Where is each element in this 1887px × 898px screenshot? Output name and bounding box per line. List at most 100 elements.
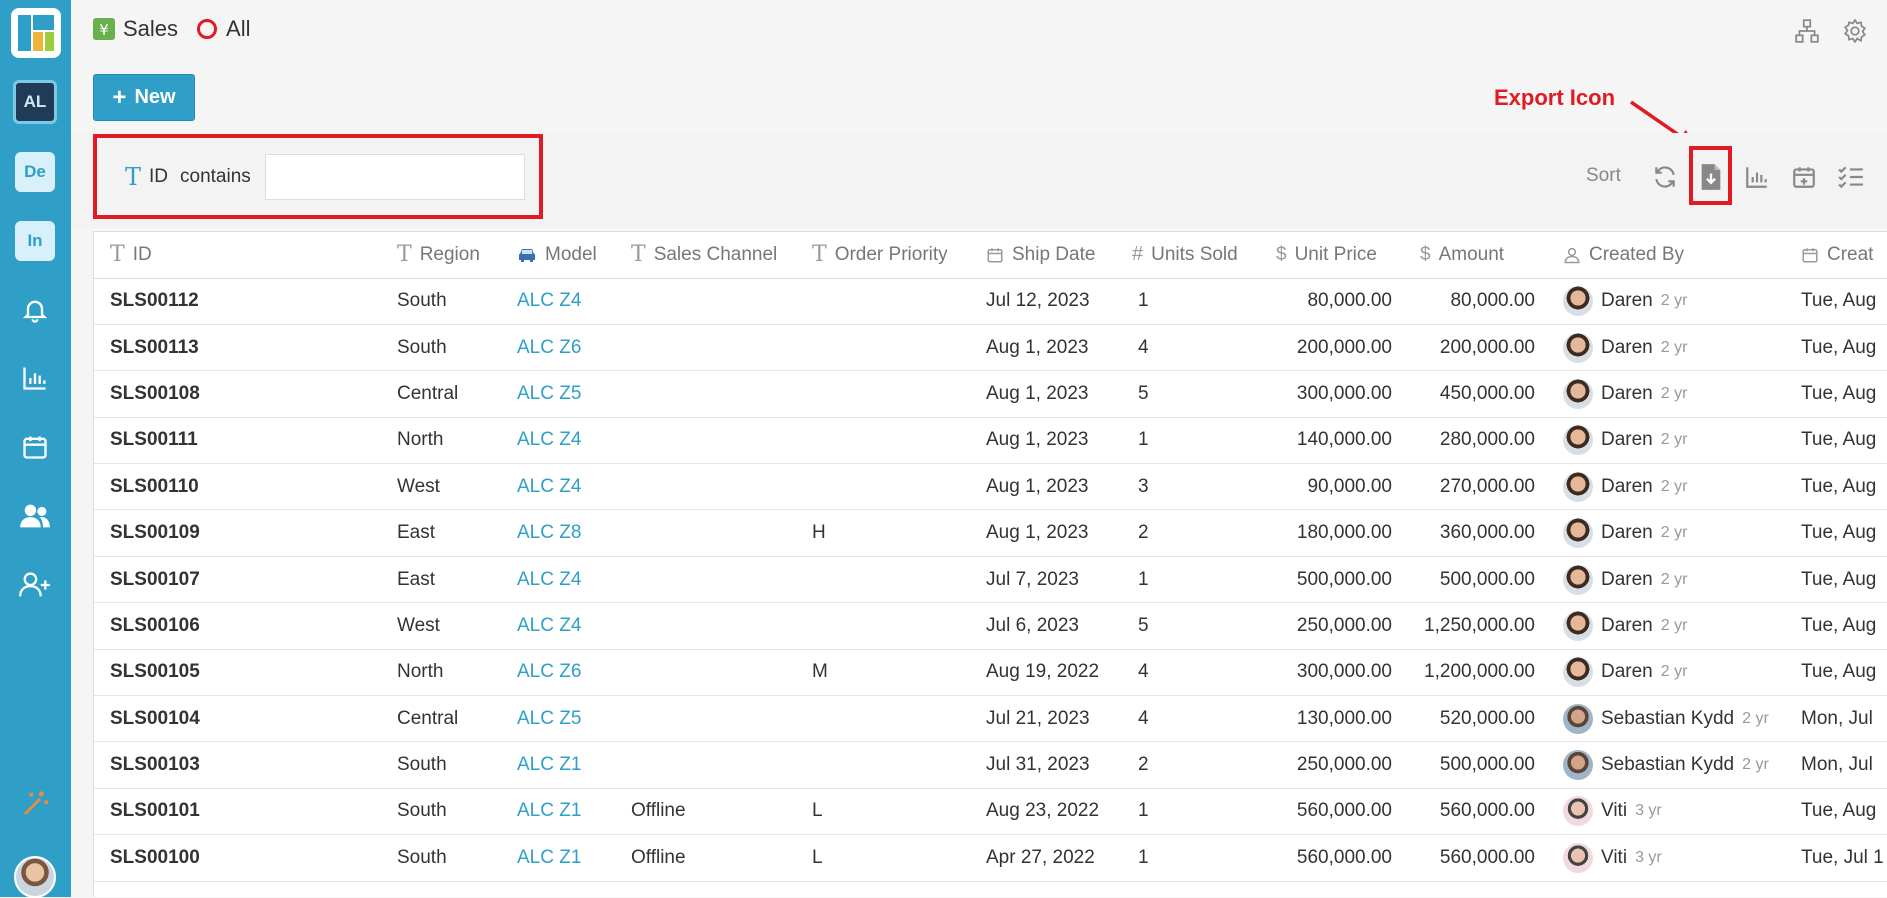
cell-region[interactable]: North: [391, 649, 511, 697]
cell-model-link[interactable]: ALC Z6: [511, 649, 625, 697]
cell-units-sold[interactable]: 4: [1126, 649, 1260, 697]
cell-ship-date[interactable]: Aug 23, 2022: [980, 788, 1126, 836]
cell-ship-date[interactable]: Jul 12, 2023: [980, 278, 1126, 325]
table-row[interactable]: SLS00110 West ALC Z4 Aug 1, 2023 3 90,000.00 2…: [94, 463, 1887, 511]
column-header-ship-date[interactable]: Ship Date: [980, 232, 1126, 279]
cell-sales-channel[interactable]: [625, 556, 806, 604]
table-row[interactable]: SLS00112 South ALC Z4 Jul 12, 2023 1 80,000.0…: [94, 278, 1887, 325]
checklist-icon[interactable]: [1834, 160, 1868, 194]
cell-created-by[interactable]: Daren 2 yr: [1547, 463, 1787, 511]
cell-order-priority[interactable]: [806, 556, 980, 604]
cell-created-by[interactable]: Daren 2 yr: [1547, 556, 1787, 604]
cell-amount[interactable]: 1,200,000.00: [1404, 649, 1547, 697]
cell-ship-date[interactable]: Aug 19, 2022: [980, 649, 1126, 697]
hierarchy-icon[interactable]: [1794, 18, 1820, 44]
cell-region[interactable]: South: [391, 788, 511, 836]
cell-units-sold[interactable]: 3: [1126, 463, 1260, 511]
cell-region[interactable]: South: [391, 324, 511, 372]
cell-unit-price[interactable]: 500,000.00: [1260, 556, 1404, 604]
cell-created-by[interactable]: Sebastian Kydd 2 yr: [1547, 741, 1787, 789]
cell-created[interactable]: Tue, Aug: [1787, 417, 1887, 465]
cell-sales-channel[interactable]: [625, 509, 806, 557]
cell-id[interactable]: SLS00100: [94, 834, 391, 882]
cell-created[interactable]: Tue, Jul 1: [1787, 834, 1887, 882]
chart-icon[interactable]: [16, 359, 54, 397]
cell-order-priority[interactable]: H: [806, 509, 980, 557]
cell-id[interactable]: SLS00105: [94, 649, 391, 697]
cell-id[interactable]: SLS00109: [94, 509, 391, 557]
cell-created[interactable]: Tue, Aug: [1787, 649, 1887, 697]
refresh-icon[interactable]: [1648, 160, 1682, 194]
cell-model-link[interactable]: ALC Z5: [511, 370, 625, 418]
cell-created[interactable]: Tue, Aug: [1787, 324, 1887, 372]
cell-amount[interactable]: 500,000.00: [1404, 741, 1547, 789]
workspace-badge-al[interactable]: AL: [13, 80, 57, 124]
cell-sales-channel[interactable]: [625, 324, 806, 372]
cell-sales-channel[interactable]: [625, 278, 806, 325]
cell-unit-price[interactable]: 300,000.00: [1260, 649, 1404, 697]
cell-sales-channel[interactable]: [625, 695, 806, 743]
cell-amount[interactable]: 560,000.00: [1404, 788, 1547, 836]
cell-region[interactable]: Central: [391, 370, 511, 418]
app-logo[interactable]: [11, 8, 61, 58]
cell-created-by[interactable]: Sebastian Kydd 2 yr: [1547, 695, 1787, 743]
cell-order-priority[interactable]: [806, 695, 980, 743]
cell-sales-channel[interactable]: [625, 370, 806, 418]
cell-model-link[interactable]: ALC Z6: [511, 324, 625, 372]
cell-amount[interactable]: 1,250,000.00: [1404, 602, 1547, 650]
column-header-id[interactable]: T ID: [94, 232, 391, 279]
cell-order-priority[interactable]: [806, 324, 980, 372]
cell-id[interactable]: SLS00107: [94, 556, 391, 604]
cell-region[interactable]: East: [391, 556, 511, 604]
cell-order-priority[interactable]: [806, 602, 980, 650]
cell-region[interactable]: South: [391, 741, 511, 789]
cell-id[interactable]: SLS00111: [94, 417, 391, 465]
chart-view-icon[interactable]: [1740, 160, 1774, 194]
column-header-sales-channel[interactable]: T Sales Channel: [625, 232, 806, 279]
cell-region[interactable]: South: [391, 834, 511, 882]
cell-sales-channel[interactable]: [625, 602, 806, 650]
cell-order-priority[interactable]: [806, 741, 980, 789]
cell-unit-price[interactable]: 560,000.00: [1260, 788, 1404, 836]
cell-amount[interactable]: 200,000.00: [1404, 324, 1547, 372]
cell-unit-price[interactable]: 180,000.00: [1260, 509, 1404, 557]
cell-model-link[interactable]: ALC Z5: [511, 695, 625, 743]
column-header-unit-price[interactable]: $ Unit Price: [1260, 232, 1404, 279]
cell-units-sold[interactable]: 5: [1126, 370, 1260, 418]
cell-model-link[interactable]: ALC Z1: [511, 834, 625, 882]
cell-created[interactable]: Tue, Aug: [1787, 370, 1887, 418]
cell-model-link[interactable]: ALC Z1: [511, 741, 625, 789]
table-row[interactable]: SLS00100 South ALC Z1 Offline L Apr 27, 2022 1…: [94, 834, 1887, 882]
cell-order-priority[interactable]: M: [806, 649, 980, 697]
new-button[interactable]: + New: [93, 74, 195, 121]
cell-units-sold[interactable]: 1: [1126, 417, 1260, 465]
filter-operator[interactable]: contains: [180, 166, 251, 188]
cell-order-priority[interactable]: [806, 370, 980, 418]
cell-created[interactable]: Tue, Aug: [1787, 509, 1887, 557]
cell-ship-date[interactable]: Aug 1, 2023: [980, 370, 1126, 418]
cell-created[interactable]: Tue, Aug: [1787, 463, 1887, 511]
cell-unit-price[interactable]: 200,000.00: [1260, 324, 1404, 372]
cell-ship-date[interactable]: Jul 21, 2023: [980, 695, 1126, 743]
column-header-order-priority[interactable]: T Order Priority: [806, 232, 980, 279]
table-row[interactable]: SLS00106 West ALC Z4 Jul 6, 2023 5 250,000.00…: [94, 602, 1887, 650]
column-header-created-by[interactable]: Created By: [1547, 232, 1787, 279]
cell-unit-price[interactable]: 250,000.00: [1260, 602, 1404, 650]
cell-created-by[interactable]: Daren 2 yr: [1547, 509, 1787, 557]
bell-icon[interactable]: [16, 291, 54, 329]
cell-ship-date[interactable]: Jul 7, 2023: [980, 556, 1126, 604]
cell-id[interactable]: SLS00104: [94, 695, 391, 743]
cell-created[interactable]: Mon, Jul: [1787, 695, 1887, 743]
cell-id[interactable]: SLS00113: [94, 324, 391, 372]
cell-id[interactable]: SLS00106: [94, 602, 391, 650]
cell-order-priority[interactable]: [806, 463, 980, 511]
cell-created-by[interactable]: Daren 2 yr: [1547, 278, 1787, 325]
user-avatar[interactable]: [14, 856, 56, 898]
cell-created-by[interactable]: Daren 2 yr: [1547, 649, 1787, 697]
cell-created-by[interactable]: Daren 2 yr: [1547, 324, 1787, 372]
cell-created[interactable]: Mon, Jul: [1787, 741, 1887, 789]
cell-unit-price[interactable]: 560,000.00: [1260, 834, 1404, 882]
cell-amount[interactable]: 450,000.00: [1404, 370, 1547, 418]
cell-ship-date[interactable]: Jul 31, 2023: [980, 741, 1126, 789]
cell-id[interactable]: SLS00101: [94, 788, 391, 836]
